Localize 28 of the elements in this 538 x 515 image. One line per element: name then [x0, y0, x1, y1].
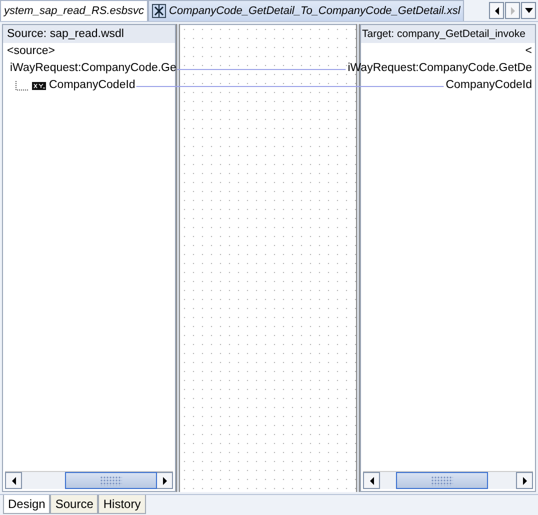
panel-title: Source: sap_read.wsdl	[3, 25, 175, 43]
tree-item[interactable]: iWayRequest:CompanyCode.GetDe	[348, 60, 532, 77]
panel-title: Target: company_GetDetail_invoke	[361, 25, 535, 43]
tree-connector-icon	[15, 80, 29, 90]
scroll-right-button[interactable]	[156, 472, 173, 489]
tree-item[interactable]: iWayRequest:CompanyCode.Ge	[10, 60, 176, 77]
editor-tab[interactable]: ystem_sap_read_RS.esbsvc	[0, 0, 148, 21]
scroll-right-button[interactable]	[516, 472, 533, 489]
field-icon	[32, 82, 46, 90]
tree-item[interactable]: CompanyCodeId	[446, 77, 532, 94]
right-arrow-icon	[520, 476, 528, 486]
dropdown-button[interactable]	[521, 2, 536, 19]
right-arrow-icon	[160, 476, 168, 486]
scroll-left-button[interactable]	[363, 472, 380, 489]
mapping-icon	[152, 4, 166, 18]
view-tab[interactable]: Source	[50, 495, 98, 514]
view-tab[interactable]: History	[98, 495, 146, 514]
tree-item[interactable]: CompanyCodeId	[49, 77, 136, 94]
scrollbar-thumb[interactable]	[396, 472, 488, 489]
left-arrow-icon	[368, 476, 376, 486]
editor-tab[interactable]: CompanyCode_GetDetail_To_CompanyCode_GetDetail.xsl	[148, 0, 464, 21]
view-tab[interactable]: Design	[3, 495, 50, 514]
left-arrow-icon	[10, 476, 18, 486]
scrollbar-thumb[interactable]	[65, 472, 157, 489]
scroll-left-button[interactable]	[5, 472, 22, 489]
scroll-left-button[interactable]	[489, 2, 504, 19]
tree-item[interactable]: <	[525, 43, 532, 60]
tree-label: <source>	[7, 44, 55, 59]
